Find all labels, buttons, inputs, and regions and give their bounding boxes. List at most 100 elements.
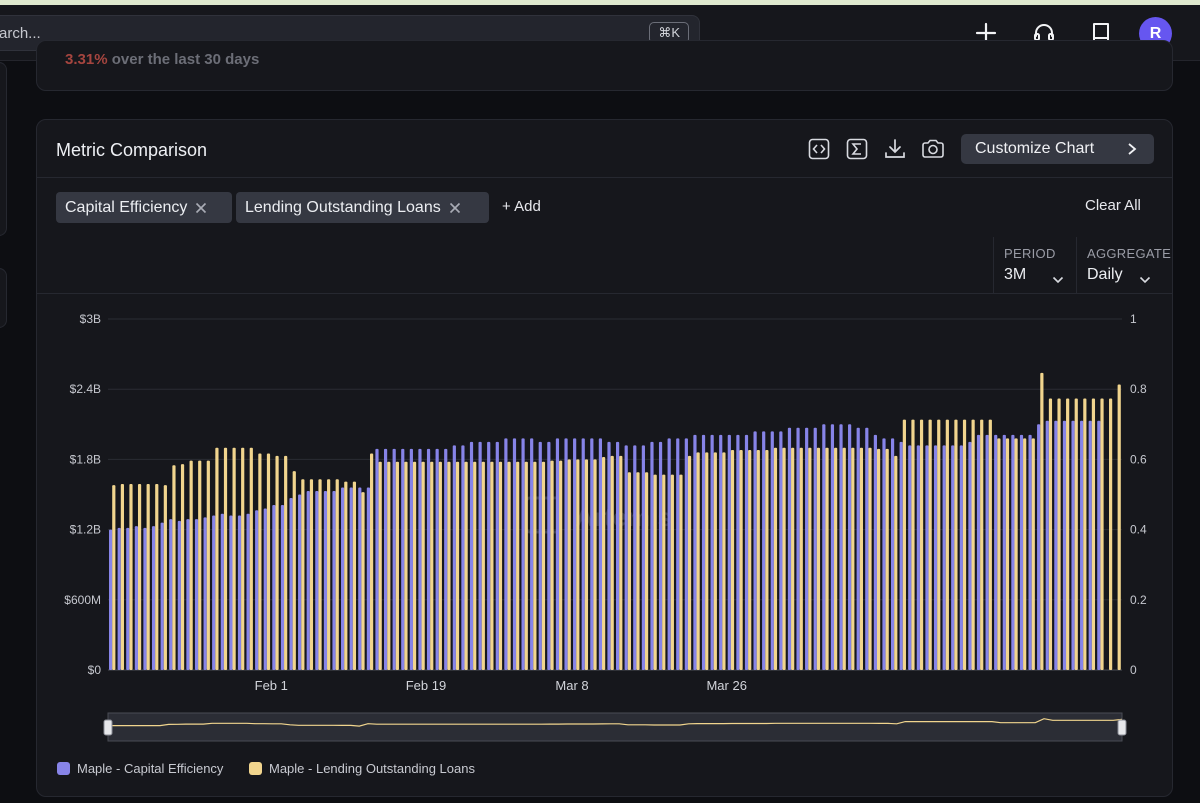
bar-lending-loans <box>825 447 829 670</box>
bar-lending-loans <box>739 450 743 670</box>
bar-capital-efficiency <box>976 434 981 670</box>
bar-lending-loans <box>808 447 812 670</box>
range-handle-left[interactable] <box>103 719 113 736</box>
bar-lending-loans <box>129 483 133 670</box>
bar-lending-loans <box>593 459 597 670</box>
bar-capital-efficiency <box>830 424 835 670</box>
bar-lending-loans <box>662 474 666 670</box>
x-tick-label: Mar 26 <box>706 678 746 693</box>
bar-lending-loans <box>447 461 451 670</box>
x-tick-label: Mar 8 <box>555 678 588 693</box>
bar-capital-efficiency <box>848 424 852 670</box>
bar-lending-loans <box>997 438 1001 670</box>
y-tick-label-right: 0.8 <box>1130 382 1147 396</box>
bar-capital-efficiency <box>744 434 749 670</box>
bar-capital-efficiency <box>1028 434 1032 670</box>
bar-lending-loans <box>791 447 795 670</box>
bar-capital-efficiency <box>160 522 164 670</box>
bar-capital-efficiency <box>916 445 920 670</box>
metric-comparison-chart: $0 0 $600M 0.2 $1.2B 0.4 $1.8B 0.6 $2.4B 0.8 $3B 1 A… <box>64 312 1147 742</box>
bar-capital-efficiency <box>521 438 525 670</box>
bar-lending-loans <box>1117 384 1121 670</box>
bar-capital-efficiency <box>469 441 474 670</box>
bar-lending-loans <box>490 461 494 670</box>
sidebar-panel-upper <box>0 62 7 236</box>
bar-lending-loans <box>292 471 296 670</box>
bar-lending-loans <box>1040 372 1044 670</box>
bar-lending-loans <box>1066 398 1070 670</box>
bar-lending-loans <box>112 485 116 670</box>
bar-lending-loans <box>215 447 219 670</box>
range-navigator <box>107 712 1123 742</box>
bar-lending-loans <box>1109 398 1113 670</box>
bar-lending-loans <box>705 452 709 670</box>
trend-change: 3.31% <box>65 51 108 68</box>
bar-capital-efficiency <box>667 438 671 670</box>
bar-lending-loans <box>327 479 331 670</box>
bar-lending-loans <box>696 452 700 670</box>
y-tick-label-left: $3B <box>80 312 101 326</box>
bar-capital-efficiency <box>787 427 792 670</box>
bar-lending-loans <box>868 447 872 670</box>
bar-lending-loans <box>309 479 314 670</box>
trend-suffix: over the last 30 days <box>111 51 260 68</box>
bar-lending-loans <box>421 461 425 670</box>
bar-capital-efficiency <box>426 448 431 670</box>
bar-capital-efficiency <box>126 527 130 670</box>
sidebar-panel-lower <box>0 268 7 328</box>
legend-item-capital-efficiency[interactable]: Maple - Capital Efficiency <box>57 761 223 776</box>
y-tick-label-right: 1 <box>1130 312 1137 326</box>
bar-capital-efficiency <box>985 434 989 670</box>
bar-capital-efficiency <box>581 438 585 670</box>
bar-capital-efficiency <box>779 431 783 670</box>
bar-lending-loans <box>481 461 485 670</box>
bar-lending-loans <box>980 419 984 670</box>
bar-lending-loans <box>1023 438 1027 670</box>
bar-capital-efficiency <box>1002 434 1006 670</box>
bar-capital-efficiency <box>959 445 963 670</box>
bar-lending-loans <box>498 461 503 670</box>
bar-capital-efficiency <box>383 448 388 670</box>
bar-lending-loans <box>464 461 468 670</box>
bar-lending-loans <box>799 447 803 670</box>
bar-capital-efficiency <box>1011 434 1015 670</box>
bar-lending-loans <box>550 460 554 670</box>
bar-capital-efficiency <box>134 526 138 670</box>
bar-capital-efficiency <box>684 438 688 670</box>
bar-capital-efficiency <box>538 441 542 670</box>
bar-capital-efficiency <box>444 448 448 670</box>
bar-capital-efficiency <box>177 520 181 670</box>
bar-capital-efficiency <box>341 487 345 670</box>
bar-capital-efficiency <box>495 441 499 670</box>
bar-capital-efficiency <box>109 529 113 670</box>
range-handle-right[interactable] <box>1117 719 1127 736</box>
bar-lending-loans <box>576 459 580 670</box>
legend-item-lending-loans[interactable]: Maple - Lending Outstanding Loans <box>249 761 475 776</box>
y-tick-label-left: $2.4B <box>70 382 101 396</box>
bar-lending-loans <box>765 450 769 670</box>
x-tick-label: Feb 1 <box>255 678 288 693</box>
bar-lending-loans <box>344 481 348 670</box>
bar-lending-loans <box>404 461 408 670</box>
bar-lending-loans <box>679 474 683 670</box>
bar-lending-loans <box>962 419 967 670</box>
bar-capital-efficiency <box>461 445 465 670</box>
bar-capital-efficiency <box>925 445 929 670</box>
bar-capital-efficiency <box>564 438 568 670</box>
bar-capital-efficiency <box>882 438 886 670</box>
bar-lending-loans <box>670 474 674 670</box>
bar-capital-efficiency <box>1088 420 1092 670</box>
bar-capital-efficiency <box>822 424 826 670</box>
bar-lending-loans <box>988 419 992 670</box>
bar-lending-loans <box>232 447 236 670</box>
bar-capital-efficiency <box>856 427 860 670</box>
bar-capital-efficiency <box>220 513 224 670</box>
bar-capital-efficiency <box>169 519 173 670</box>
bar-capital-efficiency <box>186 519 190 670</box>
bar-capital-efficiency <box>272 505 276 670</box>
legend-label: Maple - Capital Efficiency <box>77 761 224 776</box>
bar-capital-efficiency <box>1097 420 1101 670</box>
bar-capital-efficiency <box>727 434 731 670</box>
bar-lending-loans <box>318 479 322 670</box>
bar-lending-loans <box>730 450 735 670</box>
